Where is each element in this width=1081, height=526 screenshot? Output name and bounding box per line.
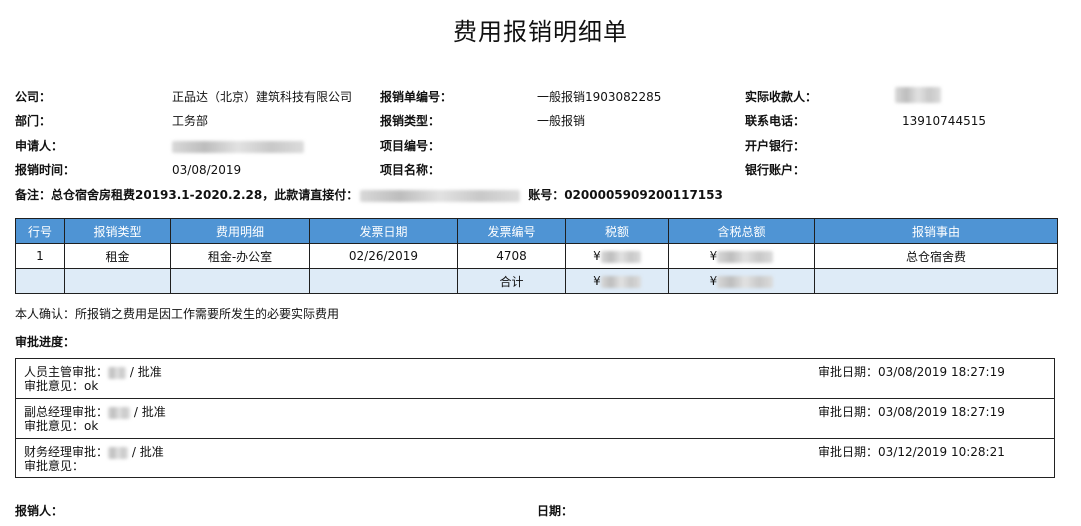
dept-label: 部门： bbox=[15, 114, 52, 128]
tax-value-redacted bbox=[600, 250, 641, 263]
cell-invoice-no: 4708 bbox=[457, 243, 566, 269]
approval-progress-label: 审批进度： bbox=[15, 335, 76, 349]
confirm-statement: 本人确认：所报销之费用是因工作需要所发生的必要实际费用 bbox=[15, 307, 340, 321]
date-label: 日期： bbox=[537, 504, 574, 518]
approval-date: 审批日期：03/08/2019 18:27:19 bbox=[818, 405, 1005, 419]
remark-account: 账号：0200005909200117153 bbox=[528, 188, 723, 202]
sum-total-redacted bbox=[717, 275, 774, 288]
table-header-row: 行号 报销类型 费用明细 发票日期 发票编号 税额 含税总额 报销事由 bbox=[15, 218, 1058, 244]
phone-label: 联系电话： bbox=[745, 114, 806, 128]
remark-prefix: 备注：总仓宿舍房租费20193.1-2020.2.28，此款请直接付： bbox=[15, 188, 359, 202]
sum-total-prefix: ¥ bbox=[709, 274, 718, 288]
doc-no-value: 一般报销1903082285 bbox=[537, 90, 662, 104]
col-header: 含税总额 bbox=[668, 218, 815, 244]
approval-opinion: 审批意见： bbox=[24, 459, 85, 473]
payee-value-redacted bbox=[895, 86, 941, 103]
approval-opinion: 审批意见：ok bbox=[24, 379, 99, 393]
col-header: 费用明细 bbox=[170, 218, 310, 244]
table-total-row: 合计 ¥ ¥ bbox=[15, 268, 1058, 294]
payee-account-redacted bbox=[360, 189, 521, 202]
approver-role: 人员主管审批： bbox=[24, 365, 109, 379]
reimburser-label: 报销人： bbox=[15, 504, 64, 518]
col-header: 税额 bbox=[565, 218, 669, 244]
cell-reason: 总仓宿舍费 bbox=[814, 243, 1058, 269]
approval-result: / 批准 bbox=[126, 365, 162, 379]
total-prefix: ¥ bbox=[709, 249, 718, 263]
cell-type: 租金 bbox=[64, 243, 171, 269]
sum-tax: ¥ bbox=[565, 268, 669, 294]
detail-table: 行号 报销类型 费用明细 发票日期 发票编号 税额 含税总额 报销事由 1 租金… bbox=[15, 218, 1058, 294]
approval-item: 副总经理审批： / 批准 审批意见：ok 审批日期：03/08/2019 18:… bbox=[16, 399, 1054, 439]
type-label: 报销类型： bbox=[380, 114, 441, 128]
approval-item: 财务经理审批： / 批准 审批意见： 审批日期：03/12/2019 10:28… bbox=[16, 439, 1054, 479]
project-no-label: 项目编号： bbox=[380, 139, 441, 153]
total-value-redacted bbox=[717, 250, 774, 263]
approval-result: / 批准 bbox=[128, 445, 164, 459]
sum-tax-prefix: ¥ bbox=[593, 274, 601, 288]
approver-role: 副总经理审批： bbox=[24, 405, 109, 419]
approver-name-redacted bbox=[108, 406, 131, 419]
cell-detail: 租金-办公室 bbox=[170, 243, 310, 269]
page-title: 费用报销明细单 bbox=[453, 18, 628, 46]
applicant-label: 申请人： bbox=[15, 139, 64, 153]
approval-date: 审批日期：03/12/2019 10:28:21 bbox=[818, 445, 1005, 459]
company-value: 正品达（北京）建筑科技有限公司 bbox=[172, 90, 353, 104]
approval-opinion: 审批意见：ok bbox=[24, 419, 99, 433]
doc-no-label: 报销单编号： bbox=[380, 90, 453, 104]
col-header: 发票日期 bbox=[309, 218, 458, 244]
col-header: 行号 bbox=[15, 218, 65, 244]
col-header: 发票编号 bbox=[457, 218, 566, 244]
account-label: 银行账户： bbox=[745, 163, 806, 177]
payee-label: 实际收款人： bbox=[745, 90, 818, 104]
bank-label: 开户银行： bbox=[745, 139, 806, 153]
cell-total: ¥ bbox=[668, 243, 815, 269]
approval-list: 人员主管审批： / 批准 审批意见：ok 审批日期：03/08/2019 18:… bbox=[15, 358, 1055, 478]
applicant-value-redacted bbox=[172, 138, 304, 154]
sum-total: ¥ bbox=[668, 268, 815, 294]
approval-date: 审批日期：03/08/2019 18:27:19 bbox=[818, 365, 1005, 379]
cell-tax: ¥ bbox=[565, 243, 669, 269]
type-value: 一般报销 bbox=[537, 114, 586, 128]
tax-prefix: ¥ bbox=[593, 249, 601, 263]
approval-result: / 批准 bbox=[130, 405, 166, 419]
approver-role: 财务经理审批： bbox=[24, 445, 109, 459]
project-name-label: 项目名称： bbox=[380, 163, 441, 177]
total-label: 合计 bbox=[457, 268, 566, 294]
approval-item: 人员主管审批： / 批准 审批意见：ok 审批日期：03/08/2019 18:… bbox=[16, 359, 1054, 399]
cell-no: 1 bbox=[15, 243, 65, 269]
sum-tax-redacted bbox=[600, 275, 641, 288]
approver-name-redacted bbox=[108, 446, 129, 459]
reimb-time-value: 03/08/2019 bbox=[172, 163, 242, 177]
phone-value: 13910744515 bbox=[902, 114, 986, 128]
col-header: 报销事由 bbox=[814, 218, 1058, 244]
remark-line: 备注：总仓宿舍房租费20193.1-2020.2.28，此款请直接付： 账号：02… bbox=[15, 187, 723, 203]
cell-invoice-date: 02/26/2019 bbox=[309, 243, 458, 269]
reimb-time-label: 报销时间： bbox=[15, 163, 76, 177]
col-header: 报销类型 bbox=[64, 218, 171, 244]
company-label: 公司： bbox=[15, 90, 52, 104]
dept-value: 工务部 bbox=[172, 114, 209, 128]
table-row: 1 租金 租金-办公室 02/26/2019 4708 ¥ ¥ 总仓宿舍费 bbox=[15, 243, 1058, 269]
approver-name-redacted bbox=[108, 366, 127, 379]
